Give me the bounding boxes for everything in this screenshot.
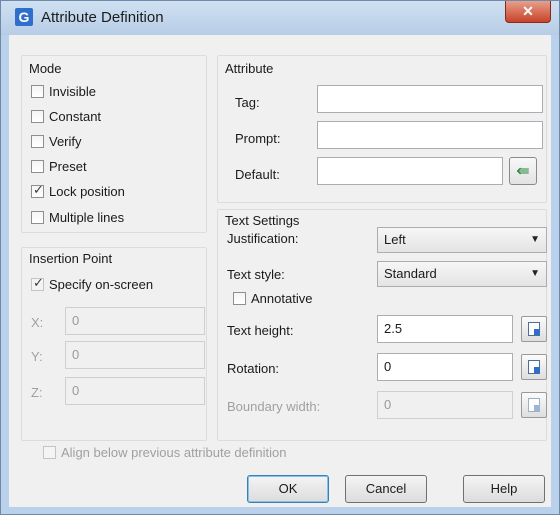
annotative-checkbox[interactable] [233,292,246,305]
cancel-button[interactable]: Cancel [345,475,427,503]
close-button[interactable]: ✕ [505,1,551,23]
lock-position-checkbox[interactable] [31,183,44,198]
preset-checkbox[interactable] [31,160,44,173]
lock-position-label: Lock position [49,184,125,199]
multiple-lines-label: Multiple lines [49,210,125,225]
text-height-label: Text height: [227,323,294,338]
insert-field-icon: ⇚ [516,161,530,180]
invisible-checkbox[interactable] [31,85,44,98]
justification-value: Left [384,232,406,247]
annotative-label: Annotative [251,291,313,306]
prompt-label: Prompt: [235,131,281,146]
constant-checkbox[interactable] [31,110,44,123]
insert-field-button[interactable]: ⇚ [509,157,537,185]
text-style-select[interactable]: Standard ▼ [377,261,547,287]
window-title: Attribute Definition [41,9,164,26]
verify-checkbox[interactable] [31,135,44,148]
text-style-value: Standard [384,266,437,281]
align-below-checkbox[interactable] [43,446,56,459]
chevron-down-icon: ▼ [530,268,540,279]
dialog-body: Mode Invisible Constant Verify Preset Lo… [9,35,551,507]
x-field[interactable]: 0 [65,307,205,335]
x-label: X: [31,315,44,330]
constant-label: Constant [49,109,102,124]
multiple-lines-checkbox[interactable] [31,211,44,224]
pick-point-icon [528,360,540,374]
y-field[interactable]: 0 [65,341,205,369]
rotation-field[interactable]: 0 [377,353,513,381]
mode-title: Mode [29,61,62,76]
verify-label: Verify [49,134,82,149]
attribute-title: Attribute [225,61,274,76]
align-below-label: Align below previous attribute definitio… [61,445,287,460]
default-label: Default: [235,167,280,182]
pick-boundary-width-button[interactable] [521,392,547,418]
invisible-label: Invisible [49,84,96,99]
text-style-label: Text style: [227,267,285,282]
y-label: Y: [31,349,43,364]
tag-field[interactable] [317,85,543,113]
boundary-width-label: Boundary width: [227,399,321,414]
text-settings-title: Text Settings [225,213,300,228]
pick-point-icon [528,322,540,336]
title-bar[interactable]: G Attribute Definition ✕ [1,1,559,35]
app-icon: G [15,8,33,26]
tag-label: Tag: [235,95,260,110]
ok-button[interactable]: OK [247,475,329,503]
default-field[interactable] [317,157,503,185]
prompt-field[interactable] [317,121,543,149]
preset-label: Preset [49,159,87,174]
z-field[interactable]: 0 [65,377,205,405]
pick-rotation-button[interactable] [521,354,547,380]
pick-point-icon [528,398,540,412]
justification-select[interactable]: Left ▼ [377,227,547,253]
specify-on-screen-checkbox[interactable] [31,276,44,291]
specify-on-screen-label: Specify on-screen [49,277,154,292]
text-height-field[interactable]: 2.5 [377,315,513,343]
insertion-point-title: Insertion Point [29,251,113,266]
attribute-definition-dialog: G Attribute Definition ✕ Mode Invisible … [0,0,560,515]
z-label: Z: [31,385,43,400]
pick-text-height-button[interactable] [521,316,547,342]
boundary-width-field[interactable]: 0 [377,391,513,419]
help-button[interactable]: Help [463,475,545,503]
rotation-label: Rotation: [227,361,280,376]
chevron-down-icon: ▼ [530,234,540,245]
justification-label: Justification: [227,231,299,246]
